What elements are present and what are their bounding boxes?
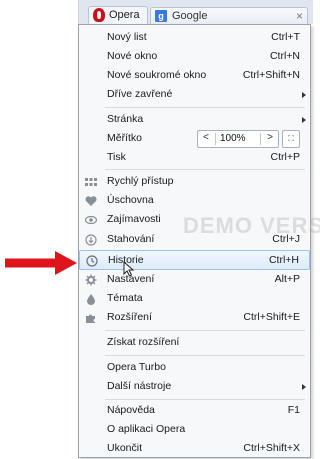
menu-separator [105, 169, 305, 170]
menu-item-speed-dial[interactable]: Rychlý přístup [79, 172, 310, 192]
menu-item-shortcut: Ctrl+Shift+E [243, 311, 300, 323]
menu-item-shortcut: Ctrl+Shift+N [242, 69, 300, 81]
menu-item-label: Nové soukromé okno [107, 69, 207, 81]
menu-item-label: Nové okno [107, 50, 158, 62]
gear-icon [85, 274, 97, 286]
zoom-value: 100% [220, 133, 246, 144]
close-tab-icon[interactable]: × [296, 9, 303, 23]
opera-main-menu: Nový list Ctrl+T Nové okno Ctrl+N Nové s… [78, 24, 320, 459]
menu-item-shortcut: Ctrl+H [268, 254, 299, 266]
zoom-in-button[interactable]: > [267, 132, 273, 143]
submenu-arrow-icon [302, 384, 306, 390]
submenu-arrow-icon [302, 117, 306, 123]
menu-separator [105, 330, 305, 331]
menu-item-exit[interactable]: Ukončit Ctrl+Shift+X [79, 439, 310, 459]
menu-item-shortcut: Ctrl+P [270, 151, 300, 163]
menu-item-label: O aplikaci Opera [107, 423, 186, 435]
menu-item-label: Ukončit [107, 442, 143, 454]
menu-item-history[interactable]: Historie Ctrl+H [79, 250, 310, 270]
menu-item-shortcut: Ctrl+T [271, 31, 300, 43]
menu-item-label: Měřítko [107, 132, 143, 144]
menu-item-more-tools[interactable]: Další nástroje [79, 377, 310, 397]
puzzle-icon [86, 314, 95, 323]
menu-separator [105, 399, 305, 400]
menu-item-new-private-window[interactable]: Nové soukromé okno Ctrl+Shift+N [79, 66, 310, 86]
menu-item-settings[interactable]: Nastavení Alt+P [79, 270, 310, 290]
submenu-arrow-icon [302, 92, 306, 98]
menu-item-label: Zajímavosti [107, 213, 161, 225]
menu-item-print[interactable]: Tisk Ctrl+P [79, 148, 310, 168]
opera-menu-label: Opera [109, 9, 140, 21]
menu-item-themes[interactable]: Témata [79, 289, 310, 309]
menu-item-shortcut: Ctrl+J [272, 233, 300, 245]
menu-item-get-extensions[interactable]: Získat rozšíření [79, 333, 310, 353]
menu-item-label: Rychlý přístup [107, 175, 174, 187]
zoom-divider [215, 133, 216, 145]
menu-item-label: Tisk [107, 151, 126, 163]
menu-item-label: Nápověda [107, 404, 155, 416]
tab-google-label: Google [172, 10, 208, 22]
menu-item-new-window[interactable]: Nové okno Ctrl+N [79, 47, 310, 67]
menu-item-extensions[interactable]: Rozšíření Ctrl+Shift+E [79, 308, 310, 328]
menu-item-label: Témata [107, 292, 143, 304]
google-favicon-icon: g [155, 10, 167, 22]
menu-item-label: Získat rozšíření [107, 336, 180, 348]
zoom-out-button[interactable]: < [203, 132, 209, 143]
menu-item-label: Dříve zavřené [107, 88, 173, 100]
menu-item-label: Úschovna [107, 194, 154, 206]
menu-item-help[interactable]: Nápověda F1 [79, 401, 310, 421]
paint-drop-icon [87, 294, 95, 305]
menu-item-shortcut: Ctrl+N [269, 50, 300, 62]
menu-item-stash[interactable]: Úschovna [79, 191, 310, 211]
menu-item-downloads[interactable]: Stahování Ctrl+J [79, 230, 310, 250]
mouse-cursor-icon [123, 261, 135, 277]
menu-item-label: Nový list [107, 31, 147, 43]
menu-item-label: Stránka [107, 113, 144, 125]
menu-item-recently-closed[interactable]: Dříve zavřené [79, 85, 310, 105]
fullscreen-icon[interactable]: ⛶ [282, 130, 300, 148]
menu-separator [105, 107, 305, 108]
clock-icon [86, 255, 98, 267]
menu-item-label: Stahování [107, 233, 155, 245]
eye-icon [85, 215, 97, 225]
zoom-divider [260, 133, 261, 145]
menu-item-label: Rozšíření [107, 311, 152, 323]
menu-item-page[interactable]: Stránka [79, 110, 310, 130]
tab-google[interactable]: g Google × [150, 7, 308, 25]
menu-item-label: Opera Turbo [107, 361, 166, 373]
menu-item-label: Další nástroje [107, 380, 172, 392]
opera-logo-icon [93, 8, 105, 22]
zoom-control: < 100% > [197, 130, 279, 148]
heart-icon [85, 196, 97, 206]
opera-menu-button[interactable]: Opera [88, 6, 148, 25]
menu-item-about[interactable]: O aplikaci Opera [79, 420, 310, 440]
menu-item-zoom: Měřítko < 100% > ⛶ [79, 129, 310, 149]
menu-item-shortcut: Ctrl+Shift+X [243, 442, 300, 454]
menu-item-shortcut: F1 [287, 404, 300, 416]
menu-item-opera-turbo[interactable]: Opera Turbo [79, 358, 310, 378]
menu-separator [105, 355, 305, 356]
download-icon [85, 234, 97, 246]
menu-item-shortcut: Alt+P [274, 273, 300, 285]
red-pointer-arrow-icon [5, 251, 77, 275]
speed-dial-icon [85, 178, 97, 186]
menu-item-new-tab[interactable]: Nový list Ctrl+T [79, 28, 310, 48]
